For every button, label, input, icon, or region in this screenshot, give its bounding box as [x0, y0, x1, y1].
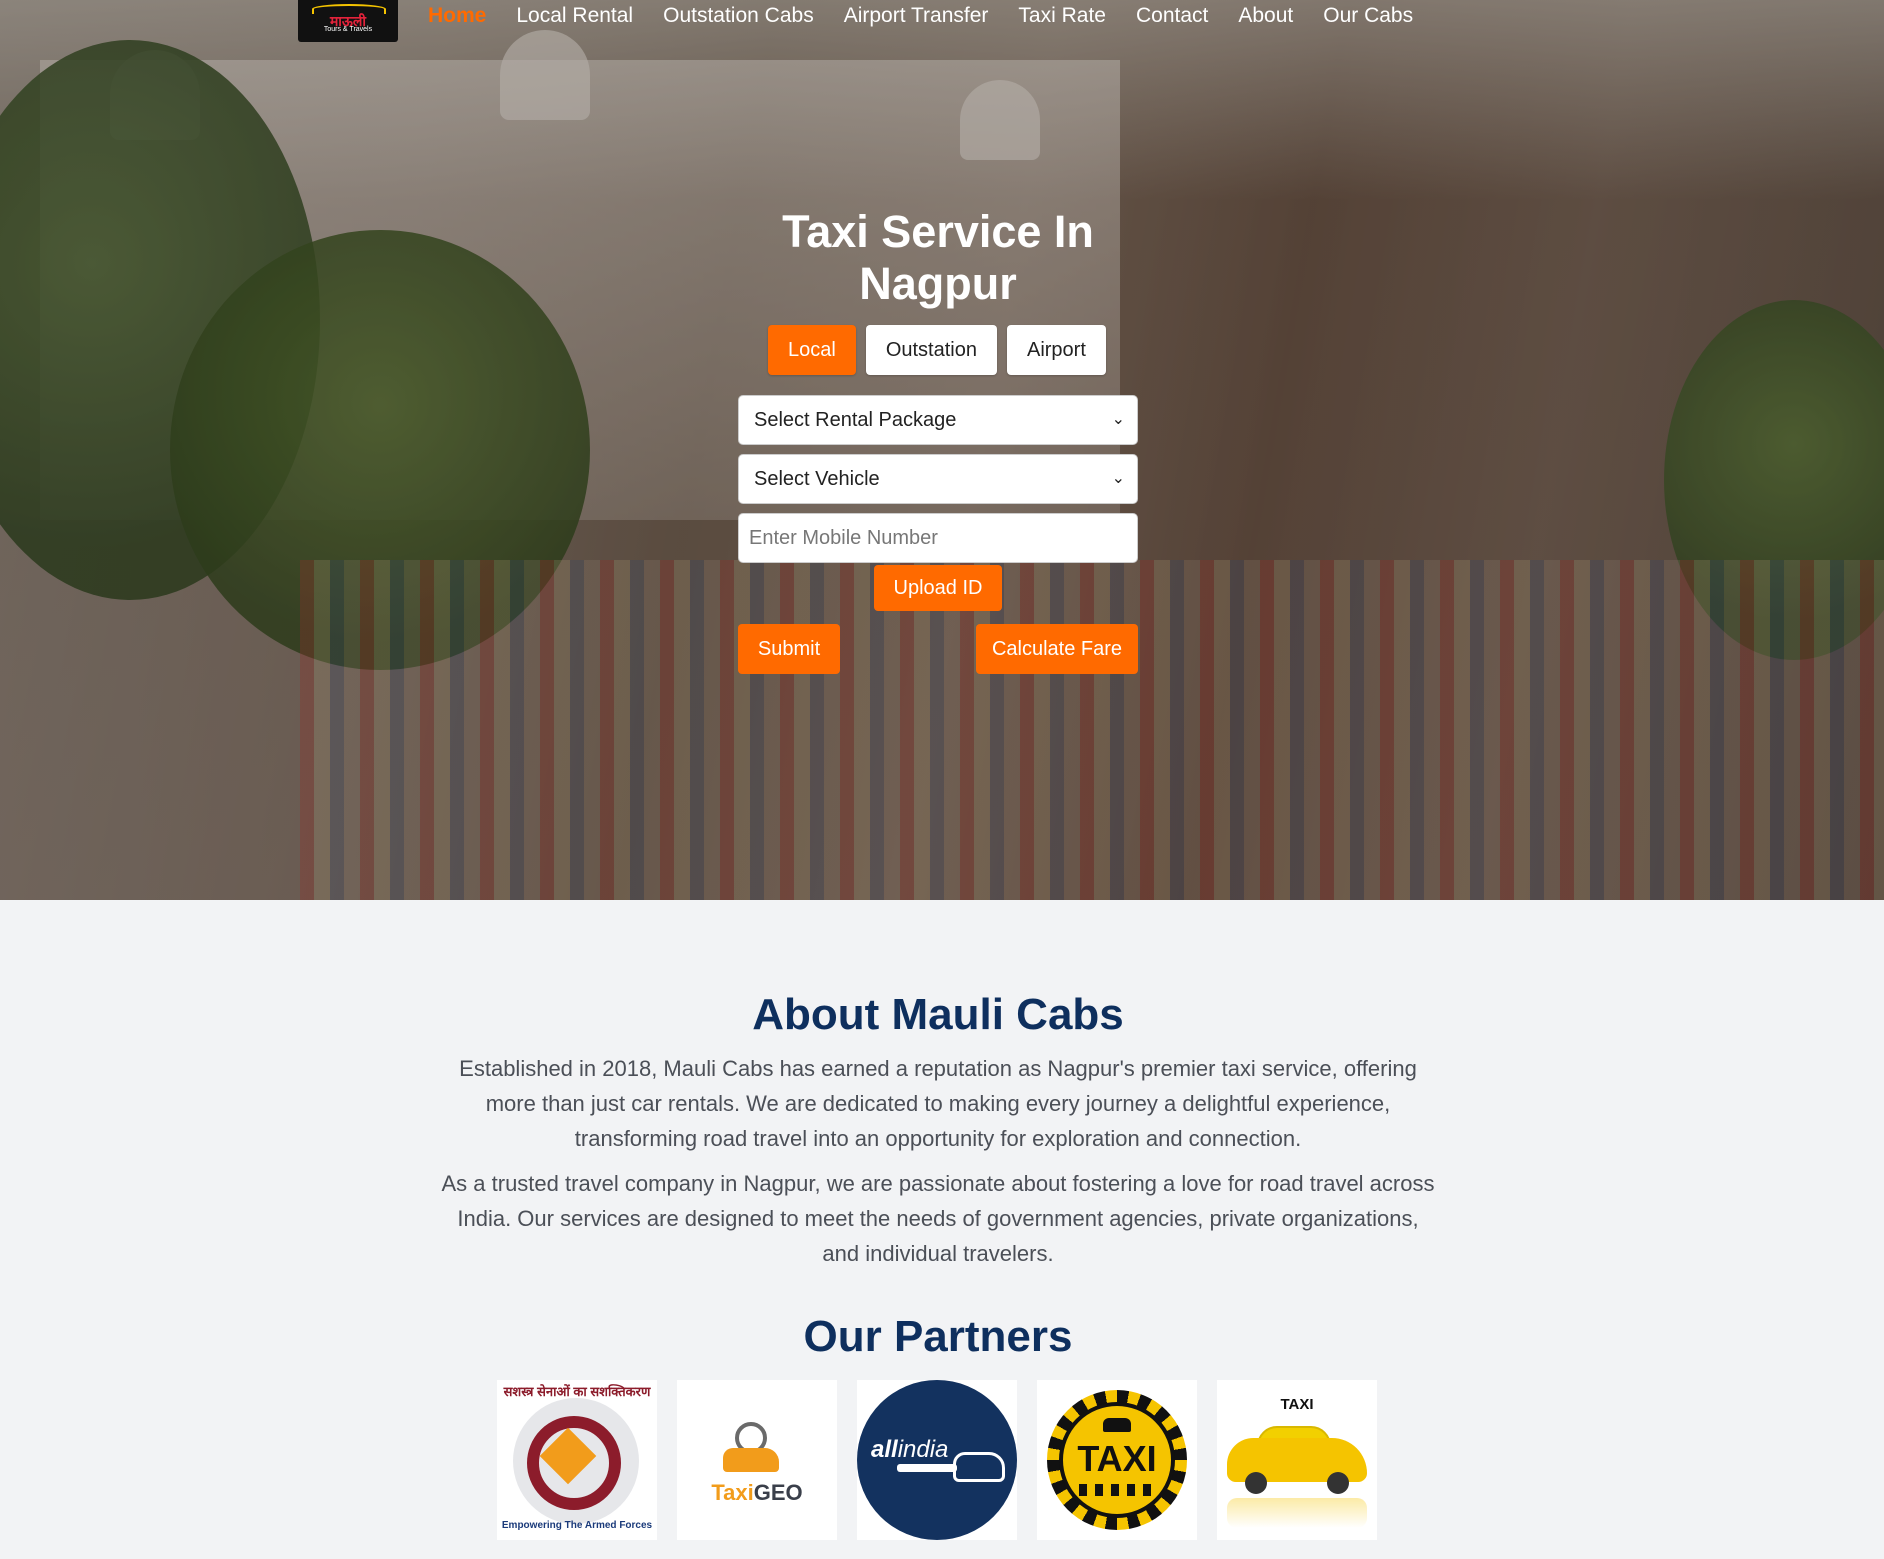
about-p1-line3: transforming road travel into an opportu… — [574, 1126, 1302, 1151]
about-p1-line2: more than just car rentals. We are dedic… — [485, 1091, 1391, 1116]
partner-taxi-badge-logo: TAXI — [1037, 1380, 1197, 1540]
rental-package-select[interactable]: Select Rental Package ⌄ — [738, 395, 1138, 445]
nav-item-taxi-rate[interactable]: Taxi Rate — [1018, 4, 1106, 28]
about-title: About Mauli Cabs — [752, 990, 1124, 1039]
hero-banner: माऊली Tours & Travels Home Local Rental … — [0, 0, 1884, 900]
about-p2-line3: and individual travelers. — [822, 1241, 1054, 1266]
site-logo[interactable]: माऊली Tours & Travels — [298, 0, 398, 42]
partner-allindia-logo: allindia — [857, 1380, 1017, 1540]
nav-item-about[interactable]: About — [1238, 4, 1293, 28]
partner-yellow-taxi-word: TAXI — [1280, 1396, 1314, 1413]
mobile-number-placeholder: Enter Mobile Number — [749, 527, 938, 549]
nav-item-outstation-cabs[interactable]: Outstation Cabs — [663, 4, 814, 28]
car-icon — [953, 1452, 1005, 1482]
partner-taxigeo-logo: TaxiGEO — [677, 1380, 837, 1540]
logo-subtext: Tours & Travels — [323, 26, 373, 33]
partner-taxigeo-word: TaxiGEO — [677, 1480, 837, 1506]
hero-overlay — [0, 0, 1884, 900]
hero-title: Taxi Service In Nagpur — [0, 206, 1876, 310]
taxi-reflection — [1227, 1498, 1367, 1528]
chevron-down-icon: ⌄ — [1111, 411, 1125, 428]
nav-item-local-rental[interactable]: Local Rental — [516, 4, 633, 28]
partners-title: Our Partners — [803, 1312, 1073, 1361]
about-paragraph-2: As a trusted travel company in Nagpur, w… — [0, 1166, 1876, 1271]
hero-title-line2: Nagpur — [859, 258, 1017, 309]
calculate-fare-button[interactable]: Calculate Fare — [976, 624, 1138, 674]
partner-taxi-badge-word: TAXI — [1077, 1438, 1157, 1479]
partners-row: सशस्त्र सेनाओं का सशक्तिकरण Empowering T… — [497, 1380, 1377, 1540]
hero-title-line1: Taxi Service In — [782, 206, 1094, 257]
rental-package-value: Select Rental Package — [754, 409, 957, 431]
nav-item-our-cabs[interactable]: Our Cabs — [1323, 4, 1413, 28]
nav-item-home[interactable]: Home — [428, 4, 486, 28]
partner-allindia-tag — [897, 1464, 957, 1472]
about-paragraph-1: Established in 2018, Mauli Cabs has earn… — [0, 1051, 1876, 1156]
checkered-strip — [1079, 1484, 1155, 1496]
submit-button[interactable]: Submit — [738, 624, 840, 674]
chevron-down-icon: ⌄ — [1111, 470, 1125, 487]
wheel-icon — [1245, 1472, 1267, 1494]
about-p2-line2: India. Our services are designed to meet… — [457, 1206, 1419, 1231]
partner-yellow-taxi-logo: TAXI — [1217, 1380, 1377, 1540]
partner-taxigeo-a: Taxi — [711, 1480, 754, 1505]
taxi-cab-icon — [1103, 1418, 1131, 1432]
partner-armed-forces-caption: Empowering The Armed Forces — [501, 1520, 653, 1531]
upload-id-button[interactable]: Upload ID — [874, 565, 1002, 611]
partner-taxigeo-b: GEO — [753, 1480, 803, 1505]
partner-allindia-word: allindia — [871, 1436, 948, 1464]
tab-airport[interactable]: Airport — [1006, 325, 1106, 375]
about-p2-line1: As a trusted travel company in Nagpur, w… — [441, 1171, 1435, 1196]
nav-item-contact[interactable]: Contact — [1136, 4, 1208, 28]
tab-local[interactable]: Local — [768, 325, 856, 375]
wheel-icon — [1327, 1472, 1349, 1494]
tab-outstation[interactable]: Outstation — [865, 325, 997, 375]
vehicle-value: Select Vehicle — [754, 468, 880, 490]
car-icon — [723, 1448, 779, 1472]
vehicle-select[interactable]: Select Vehicle ⌄ — [738, 454, 1138, 504]
about-p1-line1: Established in 2018, Mauli Cabs has earn… — [459, 1056, 1417, 1081]
partner-armed-forces-hindi: सशस्त्र सेनाओं का सशक्तिकरण — [503, 1384, 651, 1399]
booking-tabs: Local Outstation Airport — [768, 325, 1106, 375]
top-navigation: माऊली Tours & Travels Home Local Rental … — [0, 0, 1884, 42]
nav-menu: Home Local Rental Outstation Cabs Airpor… — [428, 4, 1413, 28]
mobile-number-input[interactable]: Enter Mobile Number — [738, 513, 1138, 563]
partner-allindia-b: india — [897, 1436, 949, 1463]
partner-allindia-a: all — [871, 1436, 898, 1463]
partner-armed-forces-logo: सशस्त्र सेनाओं का सशक्तिकरण Empowering T… — [497, 1380, 657, 1540]
nav-item-airport-transfer[interactable]: Airport Transfer — [844, 4, 989, 28]
